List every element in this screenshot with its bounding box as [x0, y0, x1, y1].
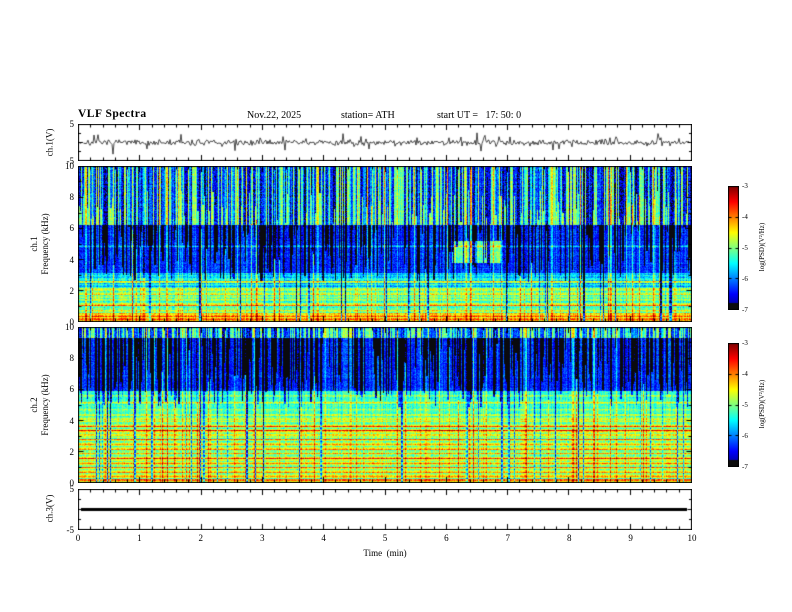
ch1-frequency-axis-label: ch.1 Frequency (kHz)	[29, 169, 51, 319]
date-label: Nov.22, 2025	[247, 110, 302, 121]
ch2-axis-channel-label: ch.2	[29, 397, 39, 413]
x-axis-label: Time (min)	[363, 548, 407, 558]
colorbar1-tick-label: -5	[742, 244, 748, 252]
x-tick-label: 6	[444, 533, 449, 543]
station-label: station= ATH	[341, 110, 395, 121]
ch1-wave-y-tick-label: -5	[66, 156, 75, 166]
ch1-colorbar	[728, 186, 739, 310]
figure-title: VLF Spectra	[78, 108, 147, 120]
ch2-spec-y-tick-label: 10	[65, 322, 74, 332]
ch1-spectrogram-plot	[78, 166, 692, 322]
ch2-spec-y-tick-label: 6	[69, 384, 75, 395]
ch1-spec-y-tick-label: 6	[69, 223, 75, 234]
ch1-spec-y-tick-label: 4	[69, 254, 75, 265]
ch1-waveform-plot	[78, 124, 692, 161]
ch2-spec-y-tick-label: 4	[69, 415, 75, 426]
x-tick-label: 5	[382, 533, 388, 543]
colorbar1-tick-label: -6	[742, 275, 748, 283]
colorbar2-tick-label: -6	[742, 432, 748, 440]
x-tick-label: 4	[321, 533, 326, 543]
ch2-spec-y-tick-label: 2	[69, 446, 75, 457]
x-tick-label: 1	[137, 533, 142, 543]
colorbar2-tick-label: -4	[742, 370, 748, 378]
x-tick-label: 8	[566, 533, 572, 543]
colorbar1-tick-label: -3	[742, 182, 748, 190]
vlf-spectra-figure: VLF Spectra Nov.22, 2025 station= ATH st…	[0, 0, 792, 612]
x-tick-label: 7	[505, 533, 511, 543]
x-tick-label: 3	[259, 533, 265, 543]
colorbar1-tick-label: -7	[742, 306, 748, 314]
ch2-frequency-axis-label: ch.2 Frequency (kHz)	[29, 330, 51, 480]
ch3-wave-y-tick-label: 5	[69, 484, 75, 494]
colorbar2-tick-label: -7	[742, 463, 748, 471]
ch1-axis-channel-label: ch.1	[29, 236, 39, 252]
x-tick-label: 2	[198, 533, 204, 543]
ch2-colorbar	[728, 343, 739, 467]
colorbar2-label: log(PSD)(V²/Hz)	[758, 379, 766, 429]
ch1-wave-y-tick-label: 5	[69, 119, 75, 129]
x-tick-label: 9	[628, 533, 633, 543]
colorbar1-tick-label: -4	[742, 213, 748, 221]
x-tick-label: 10	[687, 533, 697, 543]
colorbar2-tick-label: -3	[742, 339, 748, 347]
ch1-spec-y-tick-label: 2	[69, 285, 75, 296]
start-ut-label: start UT = 17: 50: 0	[437, 110, 522, 121]
ch3-wave-y-tick-label: -5	[66, 525, 75, 535]
ch2-spec-y-tick-label: 8	[69, 353, 75, 364]
colorbar2-tick-label: -5	[742, 401, 748, 409]
ch1-spec-y-tick-label: 8	[69, 192, 75, 203]
colorbar1-label: log(PSD)(V²/Hz)	[758, 222, 766, 272]
ch2-spectrogram-plot	[78, 327, 692, 483]
ch3-waveform-plot	[78, 489, 692, 530]
